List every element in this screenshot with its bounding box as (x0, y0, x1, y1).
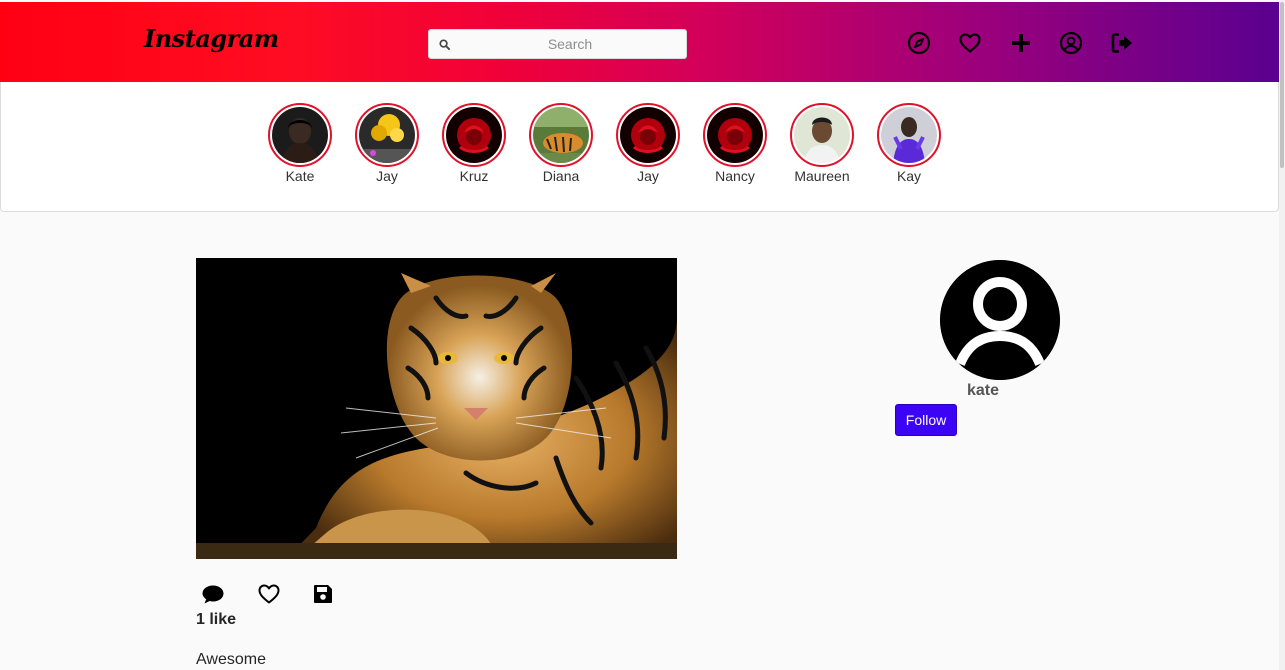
story-avatar (794, 107, 850, 163)
story-avatar (620, 107, 676, 163)
profile-avatar[interactable] (940, 260, 1060, 380)
follow-button[interactable]: Follow (895, 404, 957, 436)
user-circle-icon[interactable] (1059, 31, 1083, 55)
scrollbar-thumb[interactable] (1280, 2, 1284, 168)
story-item[interactable]: Jay (603, 103, 693, 193)
story-item[interactable]: Maureen (777, 103, 867, 193)
search-box[interactable] (428, 29, 687, 59)
instagram-logo[interactable]: Instagram (144, 24, 279, 53)
save-icon[interactable] (311, 582, 335, 606)
likes-count: 1 like (196, 611, 237, 628)
story-name: Jay (376, 168, 398, 184)
heart-icon[interactable] (958, 31, 982, 55)
search-input[interactable] (455, 30, 685, 58)
heart-icon[interactable] (257, 582, 281, 606)
post-image-tiger[interactable] (196, 258, 677, 559)
story-avatar (881, 107, 937, 163)
story-avatar (446, 107, 502, 163)
story-name: Diana (542, 168, 580, 184)
story-avatar (707, 107, 763, 163)
default-user-icon (940, 260, 1060, 380)
story-item[interactable]: Kruz (429, 103, 519, 193)
story-item[interactable]: Kate (255, 103, 345, 193)
story-avatar (272, 107, 328, 163)
story-name: Kay (896, 168, 922, 184)
story-item[interactable]: Diana (516, 103, 606, 193)
story-name: Jay (637, 168, 659, 184)
stories-bar: Kate Jay Kruz Diana Jay Nancy Maureen Ka… (0, 82, 1279, 212)
story-avatar (533, 107, 589, 163)
story-name: Kruz (459, 168, 489, 184)
story-item[interactable]: Nancy (690, 103, 780, 193)
profile-username[interactable]: kate (940, 382, 1026, 400)
comment-icon[interactable] (201, 582, 225, 606)
story-item[interactable]: Kay (864, 103, 954, 193)
story-name: Nancy (715, 168, 755, 184)
search-icon (439, 39, 450, 50)
plus-icon[interactable] (1009, 31, 1033, 55)
sign-out-icon[interactable] (1110, 31, 1134, 55)
post-caption: Awesome (196, 651, 266, 668)
story-avatar (359, 107, 415, 163)
story-name: Maureen (794, 168, 850, 184)
story-name: Kate (285, 168, 315, 184)
story-item[interactable]: Jay (342, 103, 432, 193)
compass-icon[interactable] (907, 31, 931, 55)
top-navbar: Instagram (0, 2, 1280, 82)
